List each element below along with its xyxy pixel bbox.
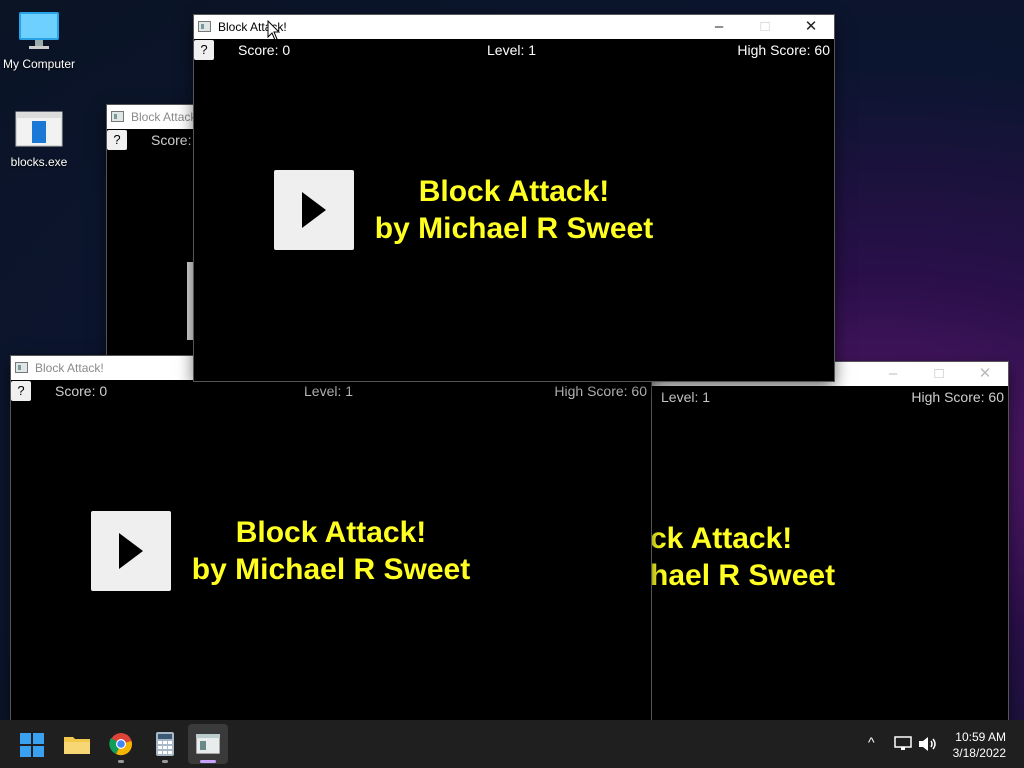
calculator-button[interactable] (145, 724, 185, 764)
app-icon (15, 362, 28, 373)
help-button[interactable]: ? (11, 381, 31, 401)
taskbar-clock[interactable]: 10:59 AM 3/18/2022 (953, 729, 1006, 761)
help-button[interactable]: ? (194, 40, 214, 60)
network-icon[interactable] (894, 736, 912, 752)
windows-start-icon (20, 733, 44, 757)
clock-time: 10:59 AM (955, 730, 1006, 744)
running-indicator (162, 760, 168, 763)
block-attack-taskbar-button[interactable] (188, 724, 228, 764)
window-title: Block Attack! (131, 110, 200, 124)
help-button[interactable]: ? (107, 130, 127, 150)
banner-line-2: by Michael R Sweet (374, 212, 654, 245)
banner-line-2: by Michael R Sweet (191, 553, 471, 586)
show-hidden-icons-chevron[interactable]: ^ (868, 734, 875, 750)
desktop-icon-label: blocks.exe (10, 155, 68, 169)
executable-file-icon (15, 111, 63, 147)
score-label: Score: 0 (238, 42, 291, 58)
folder-icon (64, 737, 90, 754)
close-button[interactable]: ✕ (788, 15, 834, 39)
chrome-button[interactable] (101, 724, 141, 764)
banner-line-1: Block Attack! (418, 175, 610, 208)
high-score-label: High Score: 60 (911, 389, 1004, 405)
volume-icon[interactable] (918, 735, 938, 753)
window-title: Block Attack! (35, 361, 104, 375)
level-label: Level: 1 (487, 42, 537, 58)
desktop-icon-label: My Computer (2, 57, 76, 71)
active-indicator (200, 760, 216, 763)
game-area[interactable]: ? Score: 0 Level: 1 High Score: 60 Block… (194, 39, 834, 381)
computer-icon (19, 12, 59, 49)
play-icon (302, 192, 326, 228)
game-area[interactable]: ? Score: 0 Level: 1 High Score: 60 Block… (11, 380, 651, 722)
level-label: Level: 1 (661, 389, 711, 405)
clock-date: 3/18/2022 (952, 746, 1006, 760)
minimize-button[interactable]: – (870, 362, 916, 386)
minimize-button[interactable]: – (696, 15, 742, 39)
banner-line-2: hael R Sweet (650, 559, 836, 592)
block-attack-window-bottom-left[interactable]: Block Attack! ? Score: 0 Level: 1 High S… (11, 356, 651, 722)
taskbar: ^ 10:59 AM 3/18/2022 (0, 720, 1024, 768)
desktop-icon-my-computer[interactable]: My Computer (0, 10, 78, 71)
score-label: Score: 0 (55, 383, 108, 399)
running-indicator (118, 760, 124, 763)
block-attack-app-icon (196, 734, 220, 754)
level-label: Level: 1 (304, 383, 354, 399)
block-attack-window-front[interactable]: Block Attack! – □ ✕ ? Score: 0 Level: 1 … (194, 15, 834, 381)
mouse-cursor-icon (267, 20, 281, 41)
chrome-icon (109, 733, 132, 756)
play-icon (119, 533, 143, 569)
banner-line-1: Block Attack! (235, 516, 427, 549)
window-titlebar[interactable]: Block Attack! – □ ✕ (194, 15, 834, 39)
calculator-icon (156, 732, 174, 756)
app-icon (111, 111, 124, 122)
desktop-icon-blocks-exe[interactable]: blocks.exe (0, 108, 78, 169)
start-button[interactable] (12, 724, 52, 764)
app-icon (198, 21, 211, 32)
game-area[interactable]: Level: 1 High Score: 60 ck Attack! hael … (640, 386, 1008, 722)
play-button[interactable] (274, 170, 354, 250)
file-explorer-button[interactable] (57, 724, 97, 764)
block-attack-window-bottom-right[interactable]: – □ ✕ Level: 1 High Score: 60 ck Attack!… (640, 362, 1008, 722)
banner-line-1: ck Attack! (650, 522, 793, 555)
high-score-label: High Score: 60 (737, 42, 830, 58)
high-score-label: High Score: 60 (554, 383, 647, 399)
close-button[interactable]: ✕ (962, 362, 1008, 386)
score-label: Score: (151, 132, 192, 148)
play-button[interactable] (91, 511, 171, 591)
maximize-button[interactable]: □ (916, 362, 962, 386)
maximize-button[interactable]: □ (742, 15, 788, 39)
